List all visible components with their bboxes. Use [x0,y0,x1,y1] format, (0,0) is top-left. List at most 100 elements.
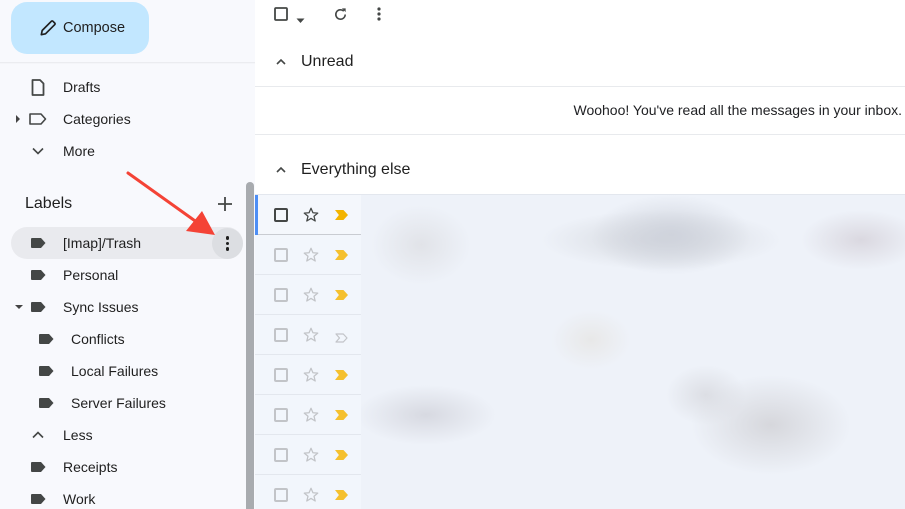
label-name: Conflicts [71,331,125,347]
message-row[interactable] [255,355,361,395]
important-marker-icon[interactable] [335,290,348,300]
chevron-up-icon [28,427,48,443]
sidebar-item-label: Less [63,427,93,443]
refresh-icon [335,8,346,20]
important-marker-icon[interactable] [335,370,348,380]
chevron-up-icon [276,58,286,65]
message-row[interactable] [255,235,361,275]
label-item-work[interactable]: Work [0,484,245,509]
more-vert-icon [225,236,230,240]
sidebar-item-label: More [63,143,95,159]
select-all-checkbox[interactable] [274,7,288,26]
sidebar-scrollbar[interactable] [246,182,254,509]
more-vert-dot [225,247,230,251]
add-label-icon[interactable] [215,194,235,214]
divider [255,134,905,135]
sidebar-item-categories[interactable]: Categories [0,104,245,134]
row-checkbox[interactable] [274,368,288,382]
label-item-personal[interactable]: Personal [0,260,245,290]
important-marker-icon[interactable] [335,490,348,500]
section-title: Unread [301,53,354,70]
row-checkbox[interactable] [274,288,288,302]
star-icon[interactable] [302,406,320,424]
message-row[interactable] [255,395,361,435]
row-checkbox[interactable] [274,488,288,502]
more-vert-icon [377,7,381,21]
label-item-server-failures[interactable]: Server Failures [0,388,245,418]
blurred-message-content [361,195,905,509]
select-dropdown-button[interactable] [296,11,305,29]
sidebar: Compose Drafts Categories More Labels [I… [0,0,255,509]
message-row[interactable] [255,315,361,355]
label-item-sync-issues[interactable]: Sync Issues [0,292,245,322]
message-row[interactable] [255,275,361,315]
label-options-button[interactable] [212,228,243,259]
sidebar-divider [0,62,255,64]
label-item-conflicts[interactable]: Conflicts [0,324,245,354]
row-checkbox[interactable] [274,328,288,342]
row-checkbox[interactable] [274,248,288,262]
label-name: [Imap]/Trash [63,235,142,251]
inbox-empty-message: Woohoo! You've read all the messages in … [573,102,902,118]
row-checkbox[interactable] [274,408,288,422]
sidebar-item-label: Categories [63,111,131,127]
star-icon[interactable] [302,246,320,264]
expand-caret-icon[interactable] [16,115,20,123]
selection-indicator [255,195,258,235]
section-unread-header[interactable]: Unread [255,37,905,87]
divider [255,86,905,87]
chevron-up-icon [276,166,286,173]
checkbox-icon [274,7,288,21]
label-icon [28,459,48,475]
label-icon [28,235,48,251]
label-icon [36,331,56,347]
star-icon[interactable] [302,326,320,344]
compose-button[interactable]: Compose [11,2,149,54]
star-icon[interactable] [302,206,320,224]
label-outline-icon [28,111,48,127]
label-name: Sync Issues [63,299,139,315]
compose-label: Compose [63,20,126,36]
sidebar-item-more[interactable]: More [0,136,245,166]
star-icon[interactable] [302,286,320,304]
label-name: Receipts [63,459,118,475]
message-row[interactable] [255,435,361,475]
labels-heading: Labels [25,195,73,212]
label-icon [36,395,56,411]
important-marker-outline-icon[interactable] [335,330,348,343]
message-list-pane: Unread Woohoo! You've read all the messa… [255,0,905,509]
star-icon[interactable] [302,486,320,504]
sidebar-item-less[interactable]: Less [0,420,245,450]
row-checkbox[interactable] [274,208,288,222]
message-row[interactable] [255,475,361,509]
label-item-receipts[interactable]: Receipts [0,452,245,482]
more-actions-button[interactable] [377,7,381,26]
row-checkbox[interactable] [274,448,288,462]
label-item-imap-trash[interactable]: [Imap]/Trash [0,228,245,258]
collapse-caret-icon[interactable] [15,305,23,309]
star-icon[interactable] [302,366,320,384]
label-icon [28,491,48,507]
label-icon [28,267,48,283]
draft-icon [28,78,48,96]
gmail-app: Compose Drafts Categories More Labels [I… [0,0,905,509]
important-marker-icon[interactable] [335,250,348,260]
important-marker-icon[interactable] [335,210,348,220]
more-vert-dot [225,241,230,246]
label-icon [36,363,56,379]
caret-down-icon [296,18,305,23]
label-name: Work [63,491,96,507]
section-everything-else-header[interactable]: Everything else [255,145,905,195]
section-title: Everything else [301,161,411,178]
label-name: Local Failures [71,363,159,379]
important-marker-icon[interactable] [335,410,348,420]
label-name: Personal [63,267,119,283]
message-row[interactable] [255,195,361,235]
pencil-icon [40,20,56,36]
sidebar-item-label: Drafts [63,79,101,95]
label-item-local-failures[interactable]: Local Failures [0,356,245,386]
refresh-button[interactable] [333,7,348,27]
star-icon[interactable] [302,446,320,464]
important-marker-icon[interactable] [335,450,348,460]
sidebar-item-drafts[interactable]: Drafts [0,72,245,102]
